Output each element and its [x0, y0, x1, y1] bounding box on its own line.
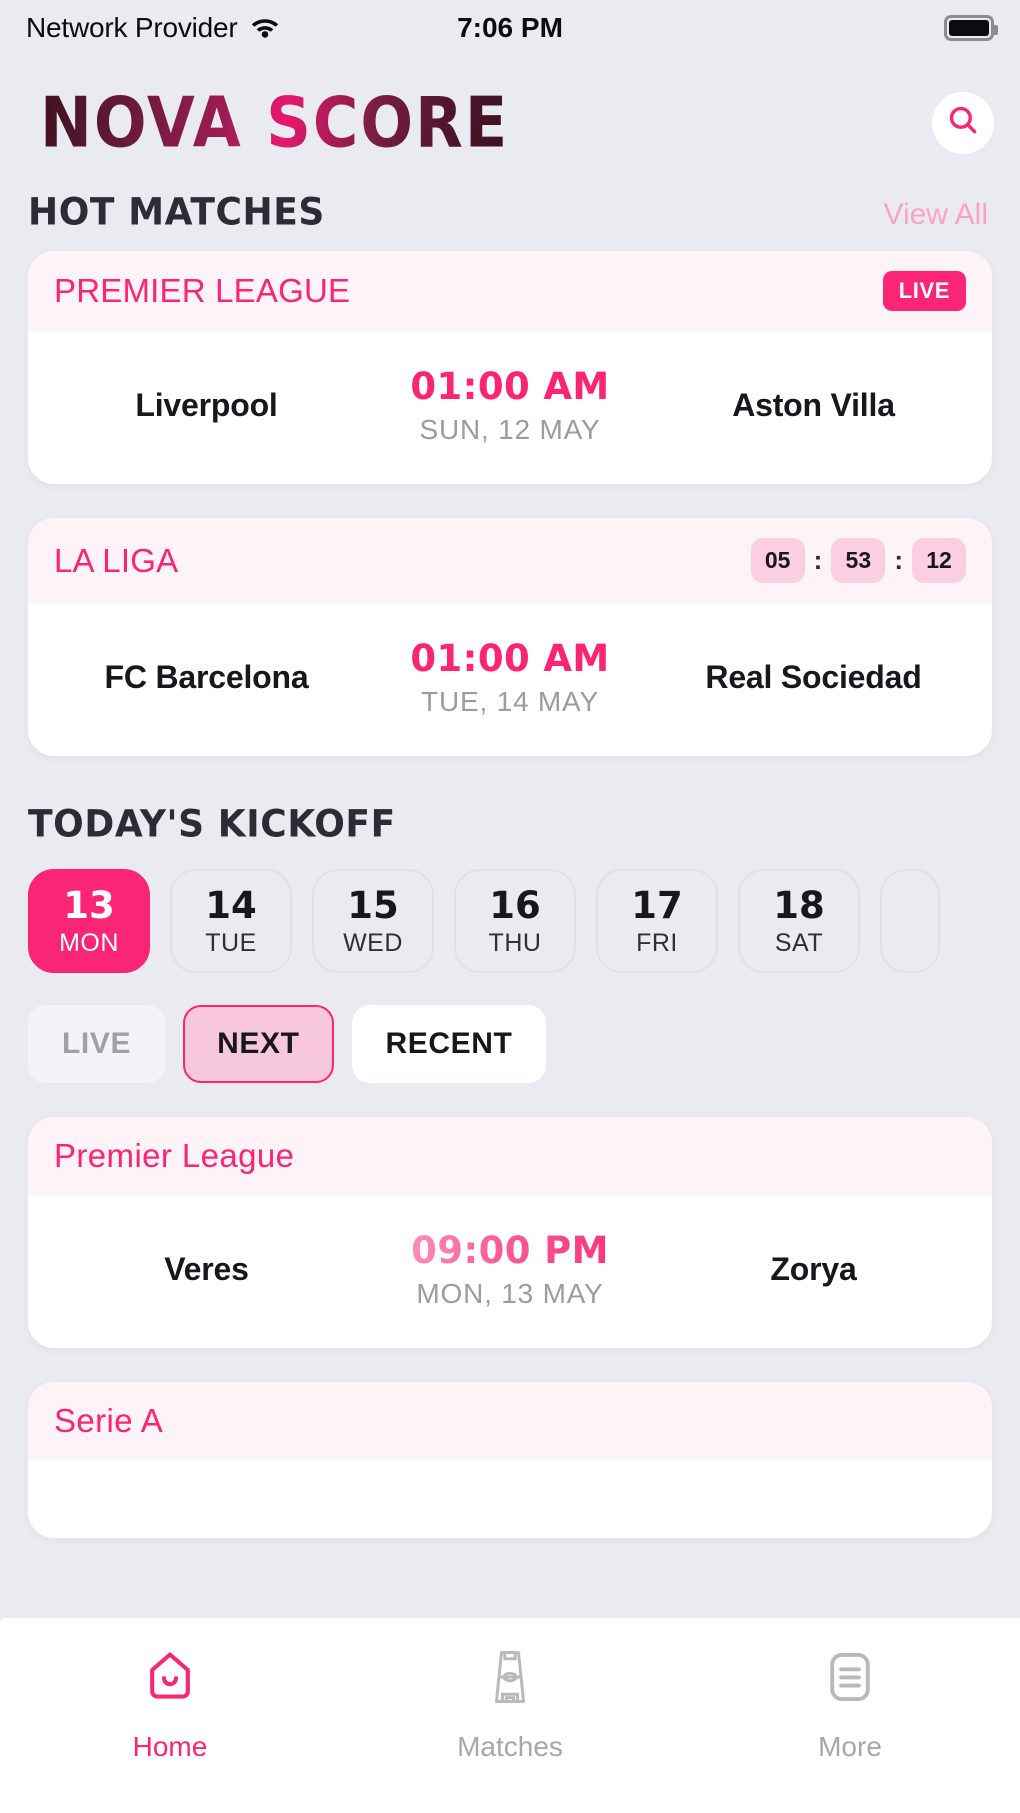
tab-matches[interactable]: Matches — [340, 1646, 680, 1763]
date-chip-18[interactable]: 18 SAT — [738, 869, 860, 973]
match-card[interactable]: PREMIER LEAGUE LIVE Liverpool 01:00 AM S… — [28, 251, 992, 484]
match-time-block: 09:00 PM MON, 13 MAY — [365, 1229, 655, 1310]
date-weekday: FRI — [636, 929, 678, 957]
match-card-body: Veres 09:00 PM MON, 13 MAY Zorya — [28, 1195, 992, 1348]
app-screen: Network Provider 7:06 PM NOVA SCORE HOT … — [0, 0, 1020, 1813]
countdown-timer: 05 : 53 : 12 — [750, 538, 966, 583]
date-weekday: THU — [488, 929, 542, 957]
kickoff-time: 09:00 PM — [365, 1229, 655, 1272]
bottom-tab-bar: Home Matches More — [0, 1618, 1020, 1813]
status-bar-right — [944, 15, 998, 41]
date-chip-next-partial[interactable] — [880, 869, 940, 973]
home-icon — [139, 1646, 201, 1713]
date-chip-14[interactable]: 14 TUE — [170, 869, 292, 973]
match-card-header: Premier League — [28, 1117, 992, 1195]
date-chip-15[interactable]: 15 WED — [312, 869, 434, 973]
away-team-name: Aston Villa — [732, 387, 895, 423]
league-label: Premier League — [54, 1137, 295, 1174]
date-chip-17[interactable]: 17 FRI — [596, 869, 718, 973]
home-team-name: Veres — [164, 1251, 249, 1287]
match-card[interactable]: Serie A — [28, 1382, 992, 1538]
home-team-name: FC Barcelona — [104, 659, 309, 695]
match-filter-tabs[interactable]: LIVE NEXT RECENT — [0, 1005, 1020, 1117]
carrier-label: Network Provider — [26, 12, 238, 43]
filter-tab-live[interactable]: LIVE — [28, 1005, 166, 1083]
hot-matches-header: HOT MATCHES View All — [0, 178, 1020, 251]
match-card[interactable]: LA LIGA 05 : 53 : 12 FC Barcelona 01:00 … — [28, 518, 992, 756]
date-selector[interactable]: 13 MON 14 TUE 15 WED 16 THU 17 FRI 18 SA… — [0, 863, 1020, 973]
hot-matches-title: HOT MATCHES — [28, 190, 325, 235]
date-weekday: MON — [59, 929, 119, 957]
battery-full-icon — [944, 15, 998, 41]
app-header: NOVA SCORE — [0, 56, 1020, 177]
league-label: LA LIGA — [54, 541, 179, 579]
kickoff-date: MON, 13 MAY — [416, 1278, 604, 1309]
todays-kickoff-title: TODAY'S KICKOFF — [28, 802, 396, 847]
tab-label-home: Home — [132, 1731, 208, 1762]
app-logo: NOVA SCORE — [40, 81, 510, 164]
kickoff-date: SUN, 12 MAY — [419, 414, 601, 445]
date-number: 15 — [347, 884, 399, 927]
status-badge: LIVE — [882, 271, 966, 311]
filter-tab-recent[interactable]: RECENT — [351, 1005, 547, 1083]
match-card-header: Serie A — [28, 1382, 992, 1460]
match-card-body: Liverpool 01:00 AM SUN, 12 MAY Aston Vil… — [28, 331, 992, 484]
countdown-minutes: 53 — [831, 538, 886, 583]
search-button[interactable] — [932, 91, 994, 154]
date-weekday: SAT — [774, 929, 824, 957]
date-chip-16[interactable]: 16 THU — [454, 869, 576, 973]
kickoff-time: 01:00 AM — [410, 637, 610, 680]
date-number: 14 — [205, 884, 257, 927]
view-all-link[interactable]: View All — [883, 198, 988, 232]
date-weekday: WED — [343, 929, 403, 957]
date-weekday: TUE — [205, 929, 257, 957]
list-icon — [819, 1646, 881, 1713]
kickoff-date: TUE, 14 MAY — [421, 686, 599, 717]
kickoff-time: 01:00 AM — [410, 365, 610, 408]
status-bar: Network Provider 7:06 PM — [0, 0, 1020, 56]
date-number: 16 — [489, 884, 541, 927]
match-card-body — [28, 1460, 992, 1538]
hot-matches-list: PREMIER LEAGUE LIVE Liverpool 01:00 AM S… — [0, 251, 1020, 756]
status-bar-left: Network Provider — [26, 12, 280, 44]
tab-more[interactable]: More — [680, 1646, 1020, 1763]
away-team-name: Zorya — [770, 1251, 857, 1287]
wifi-icon — [250, 14, 280, 43]
match-card[interactable]: Premier League Veres 09:00 PM MON, 13 MA… — [28, 1117, 992, 1348]
date-number: 17 — [631, 884, 683, 927]
content-scroll-area[interactable]: HOT MATCHES View All PREMIER LEAGUE LIVE… — [0, 178, 1020, 1693]
date-number: 18 — [773, 884, 825, 927]
match-time-block: 01:00 AM TUE, 14 MAY — [365, 637, 655, 718]
match-card-body: FC Barcelona 01:00 AM TUE, 14 MAY Real S… — [28, 603, 992, 756]
todays-match-list: Premier League Veres 09:00 PM MON, 13 MA… — [0, 1117, 1020, 1538]
pitch-icon — [479, 1646, 541, 1713]
countdown-hours: 05 — [750, 538, 805, 583]
tab-label-matches: Matches — [457, 1731, 563, 1762]
countdown-separator: : — [813, 545, 823, 575]
tab-label-more: More — [818, 1731, 882, 1762]
match-time-block: 01:00 AM SUN, 12 MAY — [365, 365, 655, 446]
countdown-seconds: 12 — [912, 538, 966, 583]
league-label: Serie A — [54, 1402, 164, 1439]
home-team-name: Liverpool — [135, 387, 278, 423]
away-team-name: Real Sociedad — [705, 659, 922, 695]
filter-tab-next[interactable]: NEXT — [183, 1005, 334, 1083]
search-icon — [946, 103, 980, 142]
date-number: 13 — [63, 884, 115, 927]
tab-home[interactable]: Home — [0, 1646, 340, 1763]
countdown-separator: : — [894, 545, 903, 575]
date-chip-13[interactable]: 13 MON — [28, 869, 150, 973]
match-time-block — [365, 1494, 655, 1500]
match-card-header: LA LIGA 05 : 53 : 12 — [28, 518, 992, 603]
todays-kickoff-header: TODAY'S KICKOFF — [0, 790, 1020, 863]
league-label: PREMIER LEAGUE — [54, 272, 351, 309]
match-card-header: PREMIER LEAGUE LIVE — [28, 251, 992, 331]
